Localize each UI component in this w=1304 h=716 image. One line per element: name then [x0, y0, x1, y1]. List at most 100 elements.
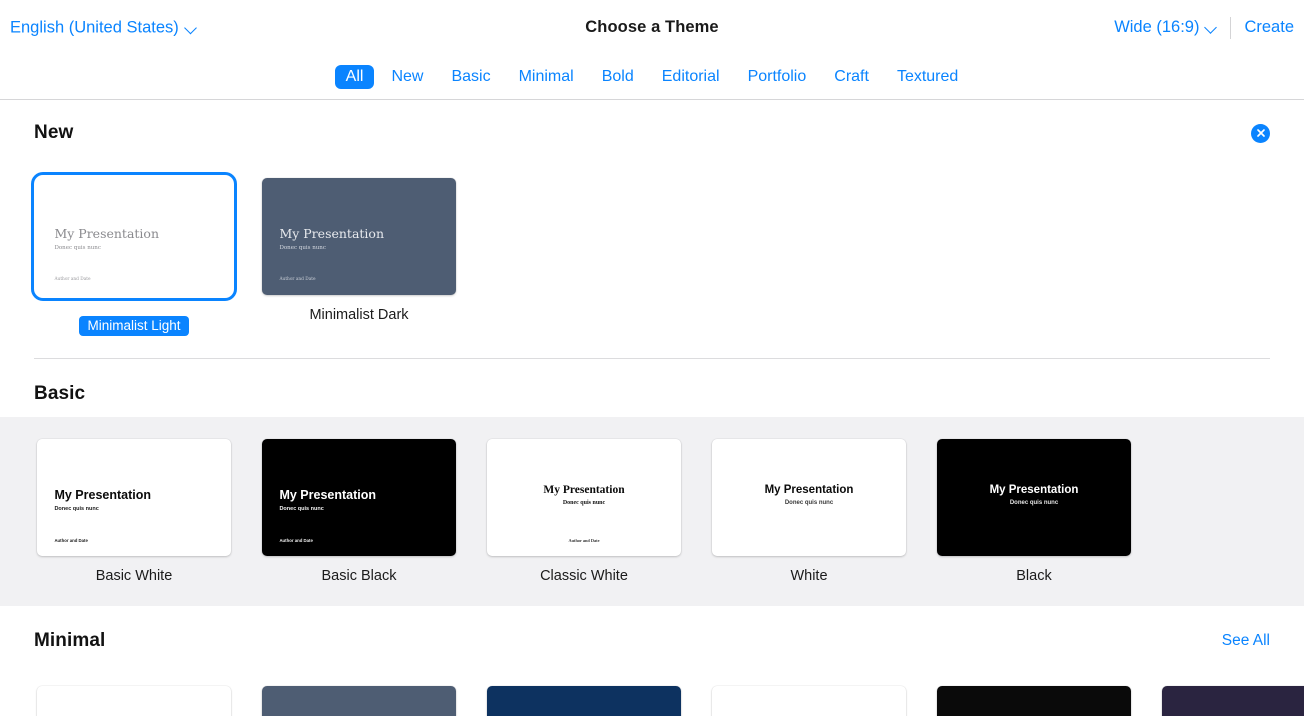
theme-row: My Presentation Donec quis nunc Author and…	[0, 436, 1304, 585]
theme-label-wrap: Basic White	[34, 568, 234, 585]
theme-label: Basic Black	[321, 568, 397, 585]
tab-textured[interactable]: Textured	[886, 65, 969, 89]
theme-label: Minimalist Light	[79, 316, 189, 337]
theme-label: Classic White	[540, 568, 628, 585]
title-bar-actions: Wide (16:9) Create	[1114, 16, 1294, 39]
section-title: Basic	[34, 383, 86, 405]
slide-preview: My PresentationDonec quis nunc	[937, 685, 1131, 716]
theme-label-wrap: Basic Black	[259, 568, 459, 585]
divider	[1230, 16, 1232, 39]
slide-subtitle: Donec quis nunc	[54, 244, 101, 251]
slide-preview: My PresentationDonec quis nunc	[712, 439, 906, 557]
theme-card[interactable]: My Presentation Donec quis nunc Author and…	[259, 436, 459, 585]
theme-card[interactable]: My Presentation Donec quis nunc Author and…	[484, 436, 684, 585]
slide-author: Author and Date	[279, 538, 313, 544]
slide-preview: My Presentation Donec quis nunc Author and…	[37, 439, 231, 557]
slide-preview: My Presentation Donec quis nunc Author and…	[262, 439, 456, 557]
slide-subtitle: Donec quis nunc	[279, 505, 324, 512]
theme-card[interactable]: My Presentation Donec quis nunc Black	[934, 436, 1134, 585]
slide-author: Author and Date	[54, 538, 88, 544]
theme-scroll-area[interactable]: New My Presentation Donec quis nunc Author …	[0, 101, 1304, 716]
create-button[interactable]: Create	[1244, 18, 1294, 37]
theme-label-wrap: White	[709, 568, 909, 585]
tab-basic[interactable]: Basic	[440, 65, 501, 89]
aspect-ratio-label: Wide (16:9)	[1114, 18, 1200, 36]
choose-theme-window: English (United States) Choose a Theme W…	[0, 0, 1304, 716]
slide-title: My Presentation	[989, 483, 1079, 496]
slide-subtitle: Donec quis nunc	[1009, 500, 1059, 507]
theme-card[interactable]: My PresentationDonec quis nunc	[259, 683, 459, 716]
slide-preview: My Presentation Donec quis nunc Author and…	[487, 439, 681, 557]
theme-thumbnail[interactable]: My Presentation Donec quis nunc Author and…	[259, 175, 459, 298]
slide-preview: My PresentationDonec quis nunc	[487, 685, 681, 716]
theme-card[interactable]: My Presentation Donec quis nunc Author and…	[31, 172, 237, 337]
slide-preview: My Presentation Donec quis nunc	[937, 439, 1131, 557]
slide-title: My Presentation	[279, 488, 377, 503]
tab-minimal[interactable]: Minimal	[508, 65, 585, 89]
theme-thumbnail[interactable]: My PresentationDonec quis nunc	[934, 683, 1134, 716]
slide-subtitle: Donec quis nunc	[562, 500, 606, 507]
slide-subtitle: Donec quis nunc	[54, 505, 99, 512]
theme-label-wrap: Classic White	[484, 568, 684, 585]
theme-card[interactable]: My PresentationDonec quis nunc	[1159, 683, 1304, 716]
theme-label: Minimalist Dark	[309, 307, 409, 323]
theme-card[interactable]: My Presentation Donec quis nunc Author and…	[259, 175, 459, 336]
slide-preview: My Presentation Donec quis nunc Author and…	[37, 178, 231, 295]
slide-subtitle: Donec quis nunc	[784, 500, 834, 507]
theme-row-band: My Presentation Donec quis nunc Author and…	[0, 417, 1304, 606]
theme-thumbnail[interactable]: My Presentation Donec quis nunc	[934, 436, 1134, 559]
theme-row-band: My PresentationDonec quis nunc My Present…	[0, 664, 1304, 716]
theme-thumbnail[interactable]: My PresentationDonec quis nunc	[34, 683, 234, 716]
theme-card[interactable]: My Presentation Donec quis nunc White	[709, 436, 909, 585]
slide-author: Author and Date	[54, 277, 91, 283]
theme-row: My Presentation Donec quis nunc Author and…	[0, 172, 1304, 337]
section-header: Minimal See All	[0, 606, 1304, 652]
theme-label-wrap: Minimalist Dark	[259, 307, 459, 324]
theme-label: Basic White	[95, 568, 173, 585]
theme-label: Black	[1016, 568, 1052, 585]
theme-card[interactable]: My PresentationDonec quis nunc	[484, 683, 684, 716]
theme-row: My PresentationDonec quis nunc My Present…	[0, 683, 1304, 716]
slide-title: My Presentation	[54, 488, 152, 503]
tab-bold[interactable]: Bold	[591, 65, 645, 89]
title-bar: English (United States) Choose a Theme W…	[0, 0, 1304, 55]
slide-author: Author and Date	[568, 538, 600, 544]
tab-editorial[interactable]: Editorial	[651, 65, 731, 89]
category-tabs: All New Basic Minimal Bold Editorial Portfolio…	[0, 55, 1304, 100]
slide-subtitle: Donec quis nunc	[279, 244, 326, 251]
theme-section-new: New My Presentation Donec quis nunc Author …	[0, 101, 1304, 360]
theme-thumbnail[interactable]: My PresentationDonec quis nunc	[1159, 683, 1304, 716]
theme-section-minimal: Minimal See All My PresentationDonec quis …	[0, 606, 1304, 716]
tab-portfolio[interactable]: Portfolio	[737, 65, 818, 89]
close-icon[interactable]	[1251, 123, 1270, 143]
theme-card[interactable]: My PresentationDonec quis nunc	[934, 683, 1134, 716]
theme-label-wrap: Black	[934, 568, 1134, 585]
theme-thumbnail[interactable]: My Presentation Donec quis nunc Author and…	[31, 172, 237, 301]
theme-thumbnail[interactable]: My PresentationDonec quis nunc	[709, 436, 909, 559]
theme-label-wrap: Minimalist Light	[34, 307, 234, 337]
section-header: New	[0, 101, 1304, 144]
theme-thumbnail[interactable]: My Presentation Donec quis nunc Author and…	[484, 436, 684, 559]
chevron-down-icon	[1206, 22, 1217, 33]
theme-card[interactable]: My PresentationDonec quis nunc	[34, 683, 234, 716]
aspect-ratio-dropdown[interactable]: Wide (16:9)	[1114, 18, 1217, 37]
slide-title: My Presentation	[279, 226, 385, 242]
theme-thumbnail[interactable]: My PresentationDonec quis nunc	[259, 683, 459, 716]
theme-thumbnail[interactable]: My PresentationDonec quis nunc	[709, 683, 909, 716]
see-all-link[interactable]: See All	[1222, 632, 1270, 650]
theme-thumbnail[interactable]: My PresentationDonec quis nunc	[484, 683, 684, 716]
section-header: Basic	[0, 359, 1304, 405]
theme-card[interactable]: My PresentationDonec quis nunc	[709, 683, 909, 716]
theme-card[interactable]: My Presentation Donec quis nunc Author and…	[34, 436, 234, 585]
language-dropdown[interactable]: English (United States)	[10, 18, 197, 37]
theme-thumbnail[interactable]: My Presentation Donec quis nunc Author and…	[259, 436, 459, 559]
slide-author: Author and Date	[279, 277, 316, 283]
section-title: Minimal	[34, 629, 106, 651]
tab-craft[interactable]: Craft	[823, 65, 880, 89]
language-label: English (United States)	[10, 18, 179, 36]
theme-thumbnail[interactable]: My Presentation Donec quis nunc Author and…	[34, 436, 234, 559]
slide-preview: My PresentationDonec quis nunc	[262, 685, 456, 716]
tab-new[interactable]: New	[380, 65, 434, 89]
tab-all[interactable]: All	[334, 65, 375, 89]
slide-preview: My Presentation Donec quis nunc Author and…	[262, 178, 456, 295]
